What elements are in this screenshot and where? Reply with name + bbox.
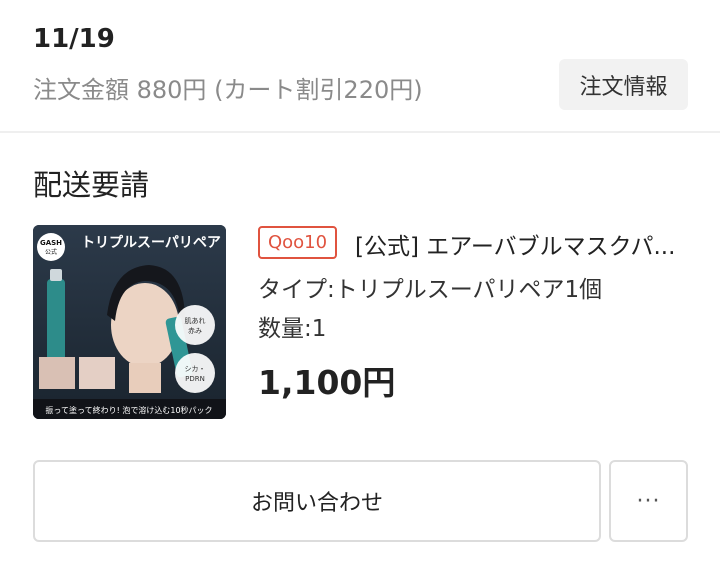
- product-price: 1,100円: [258, 363, 396, 402]
- order-date: 11/19: [33, 24, 115, 54]
- image-official-text: 公式: [45, 248, 57, 256]
- image-bubble-text: 肌あれ: [185, 317, 206, 325]
- shop-badge: Qoo10: [258, 226, 337, 259]
- product-name-link[interactable]: [公式] エアーバブルマスクパ...: [355, 227, 695, 261]
- product-thumbnail[interactable]: GASH 公式 トリプルスーパリペア 肌あれ 赤み シカ・ PDRN 振って塗っ…: [33, 225, 226, 419]
- image-logo-text: GASH: [40, 239, 62, 247]
- image-bubble-text: シカ・: [185, 365, 206, 373]
- more-options-button[interactable]: ···: [609, 460, 688, 542]
- order-info-button[interactable]: 注文情報: [559, 59, 688, 110]
- delivery-status-title: 配送要請: [33, 168, 150, 202]
- image-footer-text: 振って塗って終わり! 泡で溶け込む10秒パック: [45, 405, 212, 415]
- image-bubble-text: PDRN: [185, 375, 205, 383]
- order-summary: 注文金額 880円 (カート割引220円): [33, 76, 423, 104]
- image-bubble-text: 赤み: [188, 327, 202, 335]
- product-quantity: 数量:1: [258, 316, 327, 342]
- image-headline-text: トリプルスーパリペア: [81, 235, 221, 251]
- divider: [0, 131, 720, 133]
- inquiry-button[interactable]: お問い合わせ: [33, 460, 601, 542]
- product-type: タイプ:トリプルスーパリペア1個: [258, 277, 603, 303]
